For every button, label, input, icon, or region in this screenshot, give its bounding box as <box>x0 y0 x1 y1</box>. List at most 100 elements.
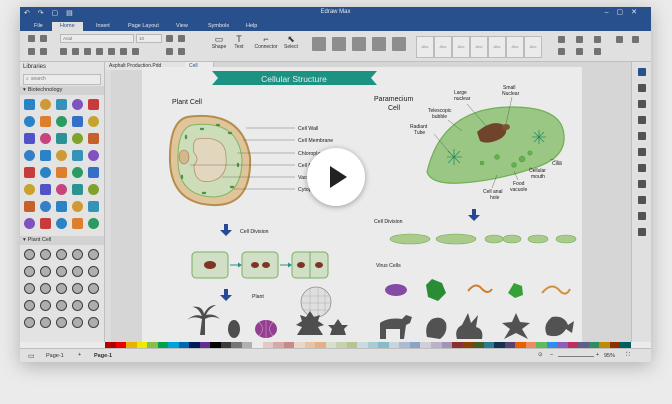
library-shape[interactable] <box>72 99 83 110</box>
library-shape[interactable] <box>72 150 83 161</box>
share-icon[interactable] <box>632 36 639 43</box>
fullscreen-icon[interactable]: ⛶ <box>626 352 630 359</box>
add-page-icon[interactable]: + <box>78 352 81 358</box>
library-shape[interactable] <box>56 184 67 195</box>
style-swatch[interactable]: Abc <box>506 36 524 58</box>
library-shape[interactable] <box>88 184 99 195</box>
page-select[interactable]: Page-1 <box>46 353 64 359</box>
library-shape[interactable] <box>40 201 51 212</box>
library-shape[interactable] <box>72 116 83 127</box>
style-swatch[interactable]: Abc <box>434 36 452 58</box>
chart-icon[interactable] <box>638 148 646 156</box>
library-shape[interactable] <box>88 218 99 229</box>
spacing-icon[interactable] <box>166 48 173 55</box>
page-setup-icon[interactable] <box>638 180 646 188</box>
library-shape[interactable] <box>88 266 99 277</box>
library-shape[interactable] <box>56 116 67 127</box>
library-shape[interactable] <box>88 249 99 260</box>
library-shape[interactable] <box>40 283 51 294</box>
menu-file[interactable]: File <box>26 22 51 31</box>
connector-tool-button[interactable]: ⌐ Connector <box>252 34 280 50</box>
style-swatch[interactable]: Abc <box>470 36 488 58</box>
maximize-icon[interactable]: ▢ <box>617 9 632 16</box>
copy-icon[interactable] <box>28 48 35 55</box>
paste-icon[interactable] <box>40 35 47 42</box>
style-swatch[interactable]: Abc <box>452 36 470 58</box>
library-shape[interactable] <box>40 167 51 178</box>
image-icon[interactable] <box>638 132 646 140</box>
zoom-slider[interactable] <box>558 356 594 357</box>
layer-icon[interactable] <box>594 48 601 55</box>
zoom-out-icon[interactable]: – <box>550 352 553 358</box>
library-shape[interactable] <box>40 116 51 127</box>
category-biotechnology[interactable]: ▾ Biotechnology <box>20 86 104 95</box>
line-panel-icon[interactable] <box>638 100 646 108</box>
fit-page-icon[interactable]: ⊙ <box>538 352 543 358</box>
library-shape[interactable] <box>88 116 99 127</box>
library-shape[interactable] <box>88 283 99 294</box>
line-icon[interactable] <box>558 48 565 55</box>
library-shape[interactable] <box>56 167 67 178</box>
library-shape[interactable] <box>88 150 99 161</box>
minimize-icon[interactable]: – <box>605 9 617 16</box>
library-shape[interactable] <box>72 300 83 311</box>
font-size-select[interactable]: 10 <box>136 34 162 43</box>
cut-icon[interactable] <box>28 35 35 42</box>
menu-insert[interactable]: Insert <box>88 22 118 31</box>
library-shape[interactable] <box>24 150 35 161</box>
library-shape[interactable] <box>88 300 99 311</box>
close-icon[interactable]: ✕ <box>631 9 645 16</box>
page-tab[interactable]: Page-1 <box>94 353 112 359</box>
library-shape[interactable] <box>24 300 35 311</box>
drawing-page[interactable]: Cellular Structure Plant Cell Cell Wall … <box>142 67 582 342</box>
library-shape[interactable] <box>88 133 99 144</box>
find-icon[interactable] <box>594 36 601 43</box>
text-shrink-icon[interactable] <box>178 35 185 42</box>
settings-icon[interactable] <box>616 36 623 43</box>
library-shape[interactable] <box>72 249 83 260</box>
menu-view[interactable]: View <box>168 22 196 31</box>
library-shape[interactable] <box>56 201 67 212</box>
library-shape[interactable] <box>72 133 83 144</box>
library-shape[interactable] <box>72 283 83 294</box>
library-search-input[interactable]: ⌕ search <box>23 74 101 85</box>
library-shape[interactable] <box>56 300 67 311</box>
menu-home[interactable]: Home <box>52 22 83 31</box>
library-shape[interactable] <box>24 283 35 294</box>
replace-icon[interactable] <box>576 48 583 55</box>
history-icon[interactable] <box>638 196 646 204</box>
menu-symbols[interactable]: Symbols <box>200 22 237 31</box>
library-shape[interactable] <box>40 133 51 144</box>
library-shape[interactable] <box>24 167 35 178</box>
rotate-icon[interactable] <box>372 37 386 51</box>
library-shape[interactable] <box>24 99 35 110</box>
format-painter-icon[interactable] <box>40 48 47 55</box>
font-color-icon[interactable] <box>96 48 103 55</box>
library-shape[interactable] <box>40 184 51 195</box>
library-shape[interactable] <box>56 249 67 260</box>
layers-icon[interactable] <box>638 116 646 124</box>
underline-icon[interactable] <box>84 48 91 55</box>
library-shape[interactable] <box>56 317 67 328</box>
wrap-icon[interactable] <box>178 48 185 55</box>
library-shape[interactable] <box>56 133 67 144</box>
library-shape[interactable] <box>88 167 99 178</box>
bold-icon[interactable] <box>60 48 67 55</box>
library-shape[interactable] <box>56 218 67 229</box>
align-left-icon[interactable] <box>108 48 115 55</box>
font-family-select[interactable]: Arial <box>60 34 134 43</box>
library-shape[interactable] <box>40 218 51 229</box>
hyperlink-icon[interactable] <box>638 228 646 236</box>
library-shape[interactable] <box>24 317 35 328</box>
library-shape[interactable] <box>40 249 51 260</box>
library-shape[interactable] <box>40 99 51 110</box>
shape-tool-button[interactable]: ▭ Shape <box>208 34 230 50</box>
align-center-icon[interactable] <box>120 48 127 55</box>
outline-icon[interactable] <box>638 212 646 220</box>
library-shape[interactable] <box>40 266 51 277</box>
library-shape[interactable] <box>24 116 35 127</box>
library-shape[interactable] <box>24 266 35 277</box>
library-shape[interactable] <box>72 184 83 195</box>
style-swatch[interactable]: Abc <box>488 36 506 58</box>
position-icon[interactable] <box>312 37 326 51</box>
